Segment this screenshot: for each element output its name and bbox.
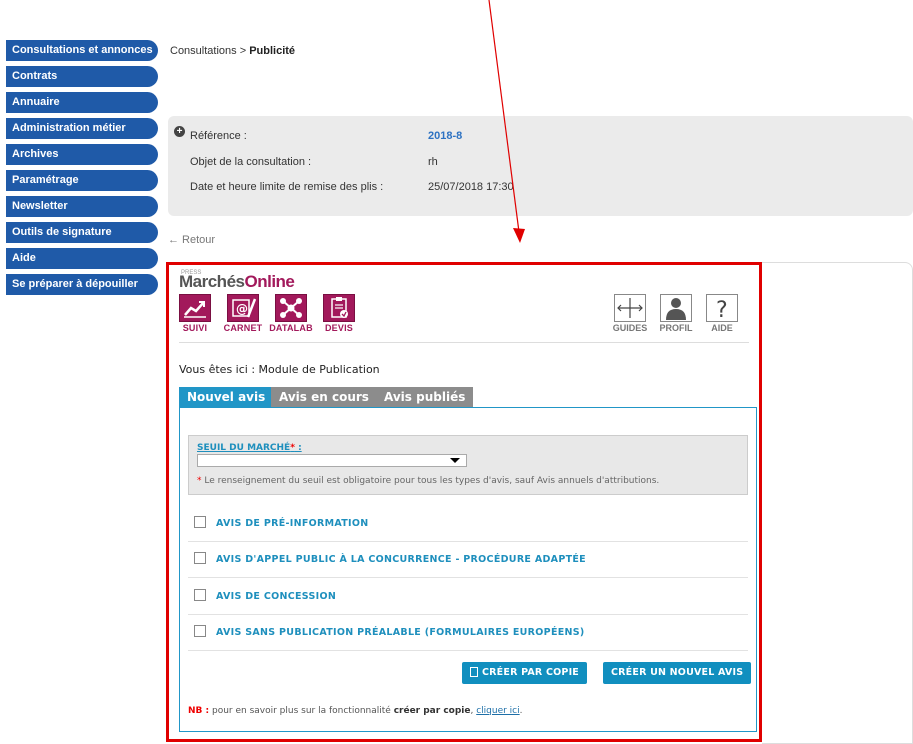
clipboard-check-icon [323, 294, 355, 322]
app-suivi-label: SUIVI [182, 323, 208, 333]
reference-label: Référence : [190, 130, 247, 142]
tool-profil[interactable]: PROFIL [653, 294, 699, 333]
app-datalab-label: DATALAB [269, 323, 313, 333]
seuil-note: * Le renseignement du seuil est obligato… [197, 476, 659, 486]
arrows-cross-icon [614, 294, 646, 322]
app-carnet-label: CARNET [223, 323, 263, 333]
tab-avis-en-cours[interactable]: Avis en cours [271, 387, 377, 407]
tab-nouvel-avis[interactable]: Nouvel avis [179, 387, 274, 407]
avis-type-row[interactable]: AVIS D'APPEL PUBLIC À LA CONCURRENCE - P… [188, 541, 748, 578]
sidebar-item-consultations[interactable]: Consultations et annonces [6, 40, 158, 61]
sidebar-item-archives[interactable]: Archives [6, 144, 158, 165]
sidebar-item-newsletter[interactable]: Newsletter [6, 196, 158, 217]
tool-aide-label: AIDE [711, 323, 733, 333]
nb-label: NB : [188, 706, 210, 716]
breadcrumb: Consultations > Publicité [170, 45, 295, 57]
seuil-label: SEUIL DU MARCHÉ* : [197, 443, 302, 453]
seuil-note-text: Le renseignement du seuil est obligatoir… [201, 476, 660, 486]
avis-checkbox[interactable] [194, 589, 206, 601]
creer-nouvel-avis-button[interactable]: CRÉER UN NOUVEL AVIS [603, 662, 752, 684]
sidebar-item-administration[interactable]: Administration métier [6, 118, 158, 139]
sidebar-item-depouiller[interactable]: Se préparer à dépouiller [6, 274, 158, 295]
publication-module-frame: PRESS MarchésOnline SUIVI @ CARNET DATAL… [166, 262, 762, 742]
at-contact-icon: @ [227, 294, 259, 322]
seuil-label-text: SEUIL DU MARCHÉ [197, 443, 291, 453]
logo-small-text: PRESS [181, 270, 202, 276]
nouvel-avis-panel: SEUIL DU MARCHÉ* : * Le renseignement du… [179, 407, 757, 732]
tool-guides[interactable]: GUIDES [607, 294, 653, 333]
app-devis-label: DEVIS [324, 323, 353, 333]
avis-type-row[interactable]: AVIS SANS PUBLICATION PRÉALABLE (FORMULA… [188, 614, 748, 651]
avis-checkbox[interactable] [194, 516, 206, 528]
avis-type-row[interactable]: AVIS DE CONCESSION [188, 578, 748, 615]
consultation-info-panel: + Référence : 2018-8 Objet de la consult… [168, 116, 913, 216]
tool-aide[interactable]: ? AIDE [699, 294, 745, 333]
sidebar-item-contrats[interactable]: Contrats [6, 66, 158, 87]
header-divider [179, 342, 749, 343]
cliquer-ici-link[interactable]: cliquer ici [476, 706, 519, 716]
sidebar-item-annuaire[interactable]: Annuaire [6, 92, 158, 113]
objet-label: Objet de la consultation : [190, 156, 312, 168]
nb-note: NB : pour en savoir plus sur la fonction… [188, 706, 523, 716]
question-icon: ? [706, 294, 738, 323]
chart-trend-icon [179, 294, 211, 322]
network-icon [275, 294, 307, 322]
sidebar-item-parametrage[interactable]: Paramétrage [6, 170, 158, 191]
avis-type-label[interactable]: AVIS DE PRÉ-INFORMATION [216, 518, 369, 529]
seuil-label-colon: : [294, 443, 302, 453]
nb-bold: créer par copie [393, 706, 471, 716]
seuil-box: SEUIL DU MARCHÉ* : * Le renseignement du… [188, 435, 748, 495]
creer-par-copie-button[interactable]: CRÉER PAR COPIE [462, 662, 587, 684]
objet-value: rh [428, 156, 438, 168]
content-container [762, 262, 913, 744]
avis-type-label[interactable]: AVIS DE CONCESSION [216, 591, 336, 602]
nb-text-before: pour en savoir plus sur la fonctionnalit… [209, 706, 394, 716]
app-carnet[interactable]: @ CARNET [220, 294, 266, 333]
breadcrumb-current: Publicité [249, 45, 296, 57]
date-value: 25/07/2018 17:30 [428, 181, 514, 193]
avis-type-row[interactable]: AVIS DE PRÉ-INFORMATION [188, 505, 748, 542]
avis-type-label[interactable]: AVIS D'APPEL PUBLIC À LA CONCURRENCE - P… [216, 554, 586, 565]
location-text: Vous êtes ici : Module de Publication [179, 363, 380, 376]
tab-avis-publies[interactable]: Avis publiés [376, 387, 474, 407]
app-suivi[interactable]: SUIVI [172, 294, 218, 333]
marchesonline-logo: PRESS MarchésOnline [179, 270, 295, 292]
tool-profil-label: PROFIL [659, 323, 693, 333]
breadcrumb-parent[interactable]: Consultations [170, 45, 237, 57]
app-datalab[interactable]: DATALAB [268, 294, 314, 333]
creer-par-copie-label: CRÉER PAR COPIE [482, 667, 579, 678]
seuil-select[interactable] [197, 454, 467, 467]
user-icon [660, 294, 692, 322]
avis-checkbox[interactable] [194, 552, 206, 564]
nb-text-after: . [519, 706, 523, 716]
svg-text:?: ? [716, 298, 728, 321]
date-label: Date et heure limite de remise des plis … [190, 181, 384, 193]
retour-link[interactable]: ← Retour [168, 234, 215, 246]
avis-type-label[interactable]: AVIS SANS PUBLICATION PRÉALABLE (FORMULA… [216, 627, 585, 638]
logo-accent-text: Online [244, 272, 295, 291]
sidebar-item-aide[interactable]: Aide [6, 248, 158, 269]
app-devis[interactable]: DEVIS [316, 294, 362, 333]
reference-value[interactable]: 2018-8 [428, 130, 462, 142]
sidebar-item-outils-signature[interactable]: Outils de signature [6, 222, 158, 243]
dropdown-caret-icon [450, 458, 460, 463]
expand-plus-icon[interactable]: + [174, 126, 185, 137]
avis-checkbox[interactable] [194, 625, 206, 637]
sidebar-nav: Consultations et annonces Contrats Annua… [6, 40, 158, 300]
svg-text:@: @ [236, 302, 248, 316]
copy-icon [470, 667, 478, 677]
breadcrumb-separator: > [236, 45, 250, 57]
tool-guides-label: GUIDES [612, 323, 648, 333]
